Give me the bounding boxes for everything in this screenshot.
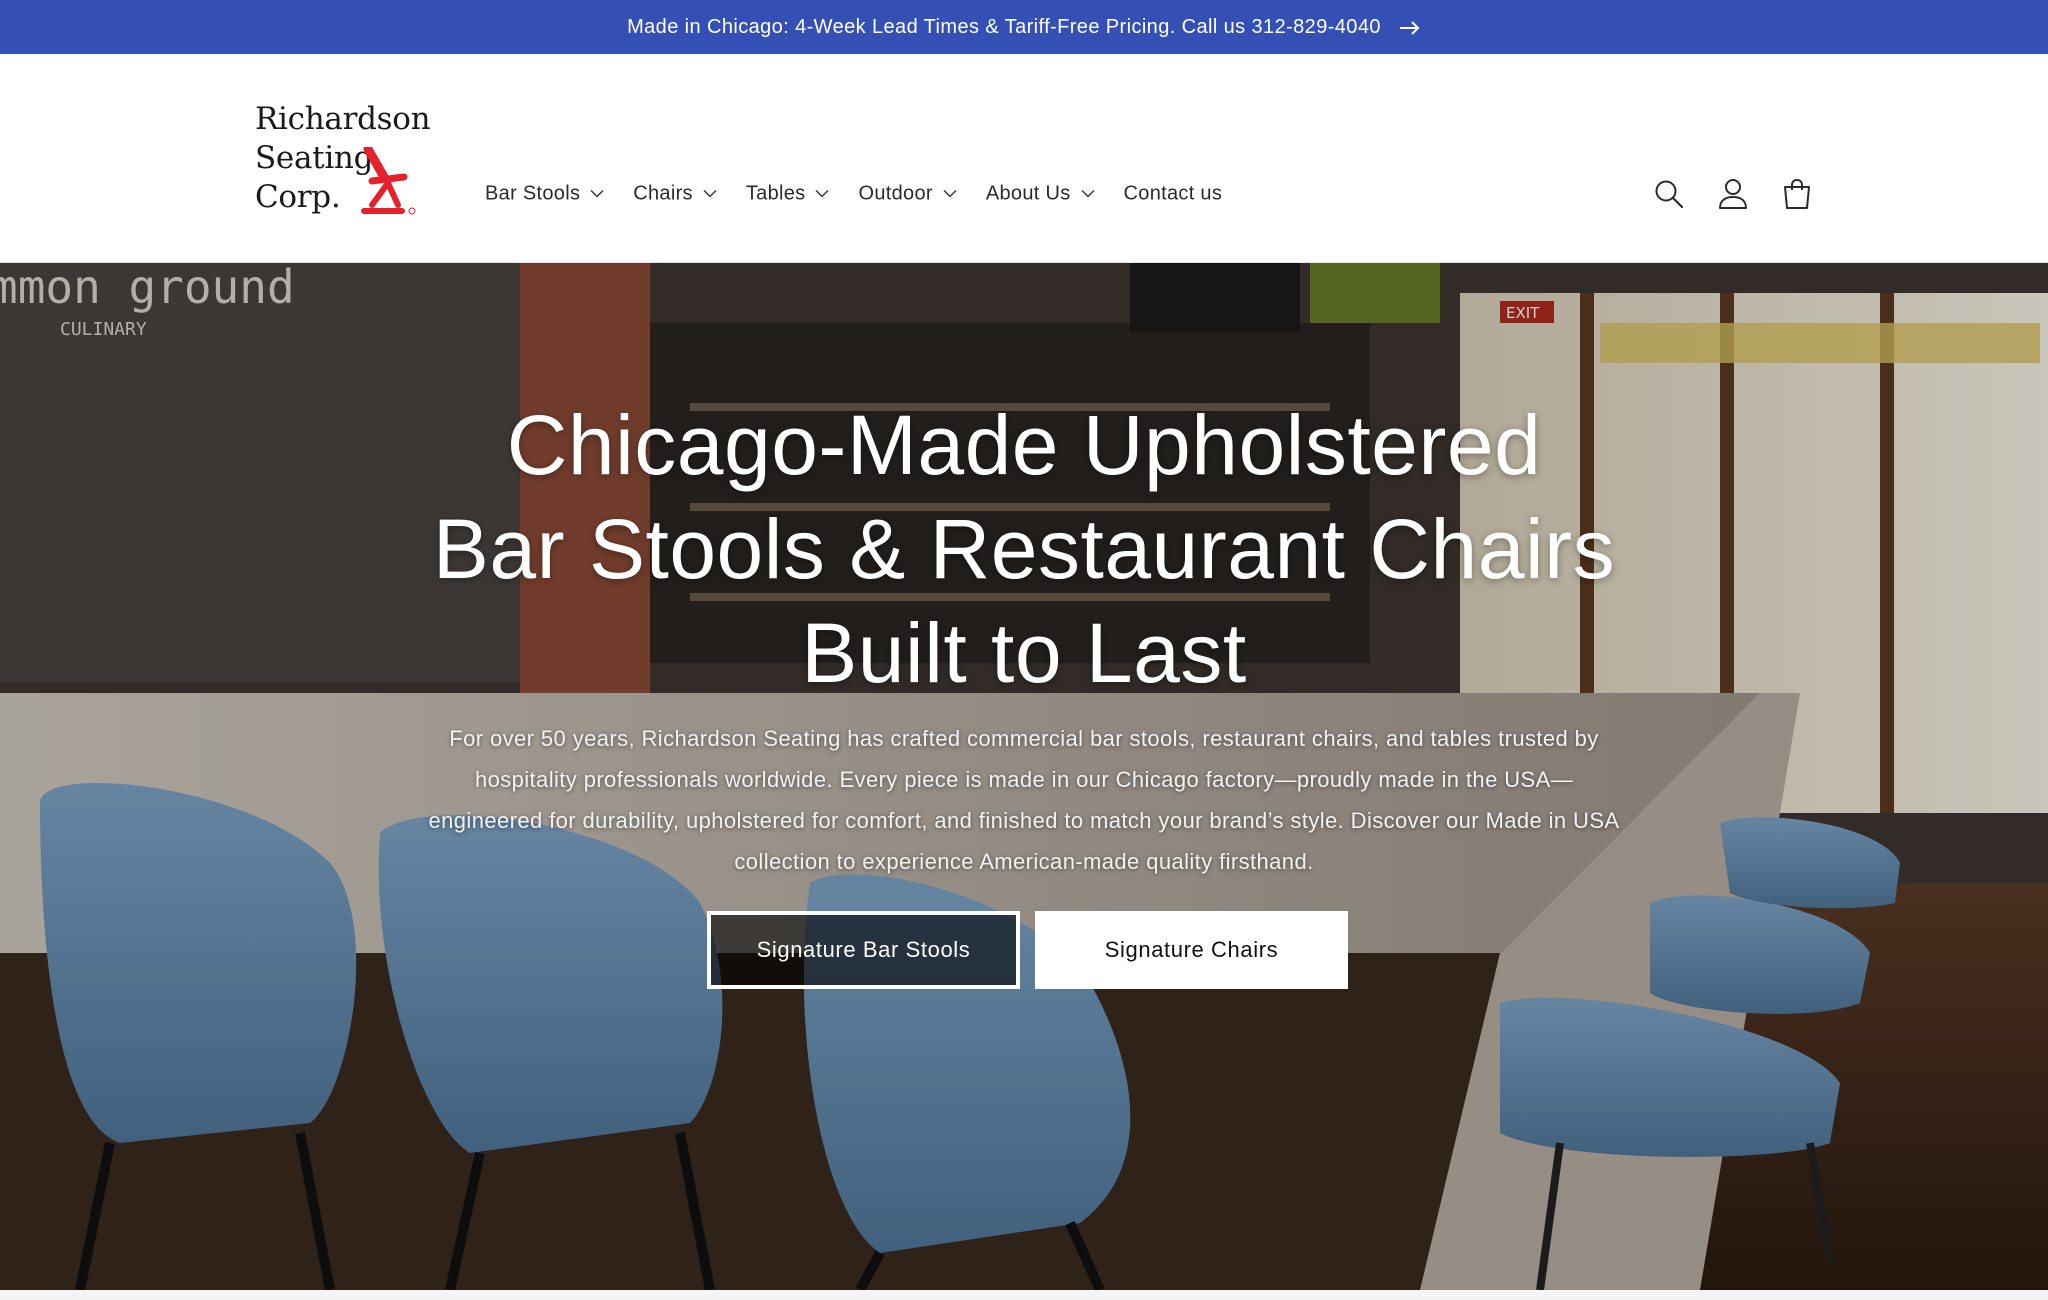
nav-item-about-us[interactable]: About Us <box>986 183 1095 206</box>
nav-label: About Us <box>985 182 1071 205</box>
hero-content: Chicago-Made Upholstered Bar Stools & Re… <box>0 263 2048 1290</box>
logo[interactable]: Richardson Seating Corp. <box>255 100 431 220</box>
signature-bar-stools-button[interactable]: Signature Bar Stools <box>707 911 1020 989</box>
nav-item-contact-us[interactable]: Contact us <box>1124 183 1223 206</box>
logo-line-1: Richardson <box>255 101 431 137</box>
announcement-bar: Made in Chicago: 4-Week Lead Times & Tar… <box>0 0 2048 54</box>
hero-description: For over 50 years, Richardson Seating ha… <box>428 726 1620 874</box>
chair-logo-icon <box>361 147 416 215</box>
hero-banner: mmon ground CULINARY EXIT Chicago-Made U… <box>0 263 2048 1290</box>
nav-label: Tables <box>745 182 806 205</box>
nav-item-tables[interactable]: Tables <box>746 183 830 206</box>
arrow-right-icon <box>1399 19 1421 35</box>
hero-title-line-1: Chicago-Made Upholstered <box>506 398 1542 492</box>
nav-label: Outdoor <box>858 182 933 205</box>
nav-label: Chairs <box>633 182 693 205</box>
nav-label: Bar Stools <box>485 182 581 205</box>
cart-icon[interactable] <box>1780 177 1814 211</box>
main-nav: Bar Stools Chairs Tables Outdoor About U… <box>485 183 1251 206</box>
nav-item-chairs[interactable]: Chairs <box>633 183 717 206</box>
chevron-down-icon <box>590 189 604 198</box>
nav-item-outdoor[interactable]: Outdoor <box>858 182 957 206</box>
chevron-down-icon <box>815 189 830 198</box>
account-icon[interactable] <box>1716 177 1750 211</box>
chevron-down-icon <box>1081 189 1095 198</box>
search-icon[interactable] <box>1652 177 1686 211</box>
announcement-text: Made in Chicago: 4-Week Lead Times & Tar… <box>627 15 1381 38</box>
header-icons <box>1652 177 1814 211</box>
hero-title-line-3: Built to Last <box>801 606 1247 700</box>
nav-item-bar-stools[interactable]: Bar Stools <box>485 183 604 206</box>
site-header: Richardson Seating Corp. Bar Stools Chai… <box>0 54 2048 263</box>
signature-chairs-button[interactable]: Signature Chairs <box>1035 911 1348 989</box>
announcement-link[interactable]: Made in Chicago: 4-Week Lead Times & Tar… <box>627 16 1421 39</box>
hero-title: Chicago-Made Upholstered Bar Stools & Re… <box>324 393 1724 705</box>
hero-title-line-2: Bar Stools & Restaurant Chairs <box>432 502 1616 596</box>
nav-label: Contact us <box>1123 182 1223 205</box>
chevron-down-icon <box>703 189 717 198</box>
chevron-down-icon <box>943 189 957 198</box>
page-below-fold <box>0 1290 2048 1300</box>
